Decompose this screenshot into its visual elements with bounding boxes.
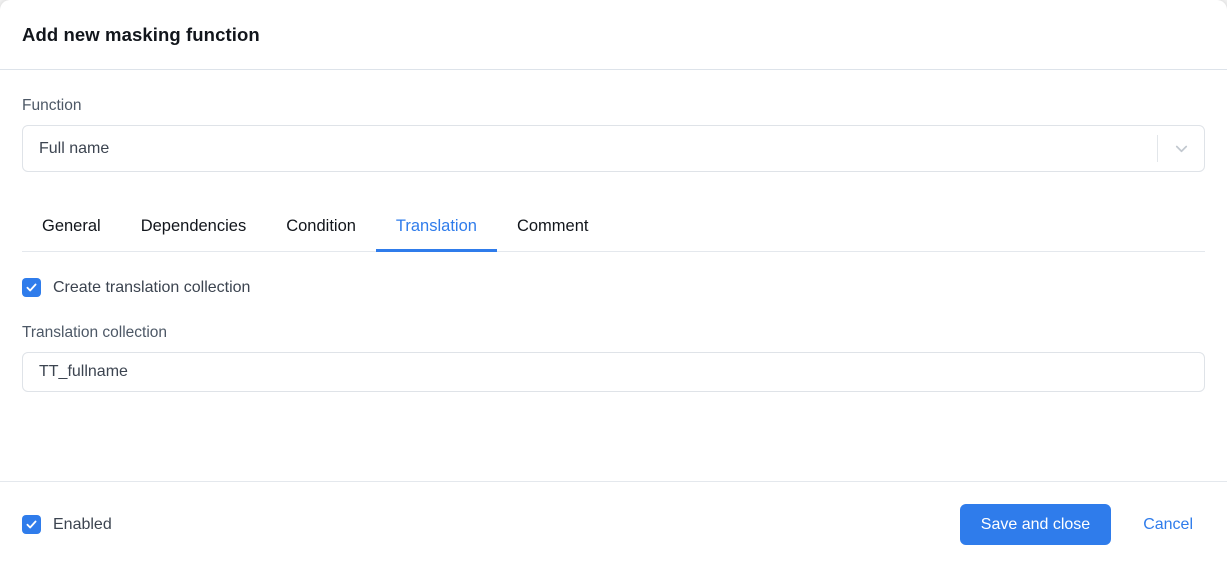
tab-comment[interactable]: Comment: [497, 217, 609, 251]
tab-bar: General Dependencies Condition Translati…: [22, 198, 1205, 252]
tab-general[interactable]: General: [22, 217, 121, 251]
function-select-value: Full name: [39, 139, 110, 157]
translation-collection-label: Translation collection: [22, 324, 168, 341]
enabled-checkbox[interactable]: [22, 515, 41, 534]
create-translation-collection-label: Create translation collection: [53, 278, 251, 296]
create-translation-collection-checkbox[interactable]: [22, 278, 41, 297]
chevron-down-icon[interactable]: [1158, 139, 1204, 158]
translation-collection-input[interactable]: TT_fullname: [22, 352, 1205, 392]
add-masking-function-dialog: Add new masking function Function Full n…: [0, 0, 1227, 567]
tab-condition[interactable]: Condition: [266, 217, 376, 251]
tab-dependencies[interactable]: Dependencies: [121, 217, 267, 251]
save-and-close-button[interactable]: Save and close: [959, 504, 1112, 545]
dialog-body: Function Full name General Dependencies …: [0, 97, 1227, 392]
function-select[interactable]: Full name: [22, 125, 1205, 172]
enabled-row[interactable]: Enabled: [22, 515, 112, 534]
dialog-footer: Enabled Save and close Cancel: [0, 481, 1227, 567]
function-label: Function: [22, 97, 82, 114]
cancel-button[interactable]: Cancel: [1137, 515, 1199, 535]
tab-translation[interactable]: Translation: [375, 217, 497, 252]
page-title: Add new masking function: [22, 23, 260, 45]
enabled-label: Enabled: [53, 515, 112, 533]
create-translation-collection-row[interactable]: Create translation collection: [22, 278, 1205, 297]
dialog-header: Add new masking function: [0, 0, 1227, 70]
